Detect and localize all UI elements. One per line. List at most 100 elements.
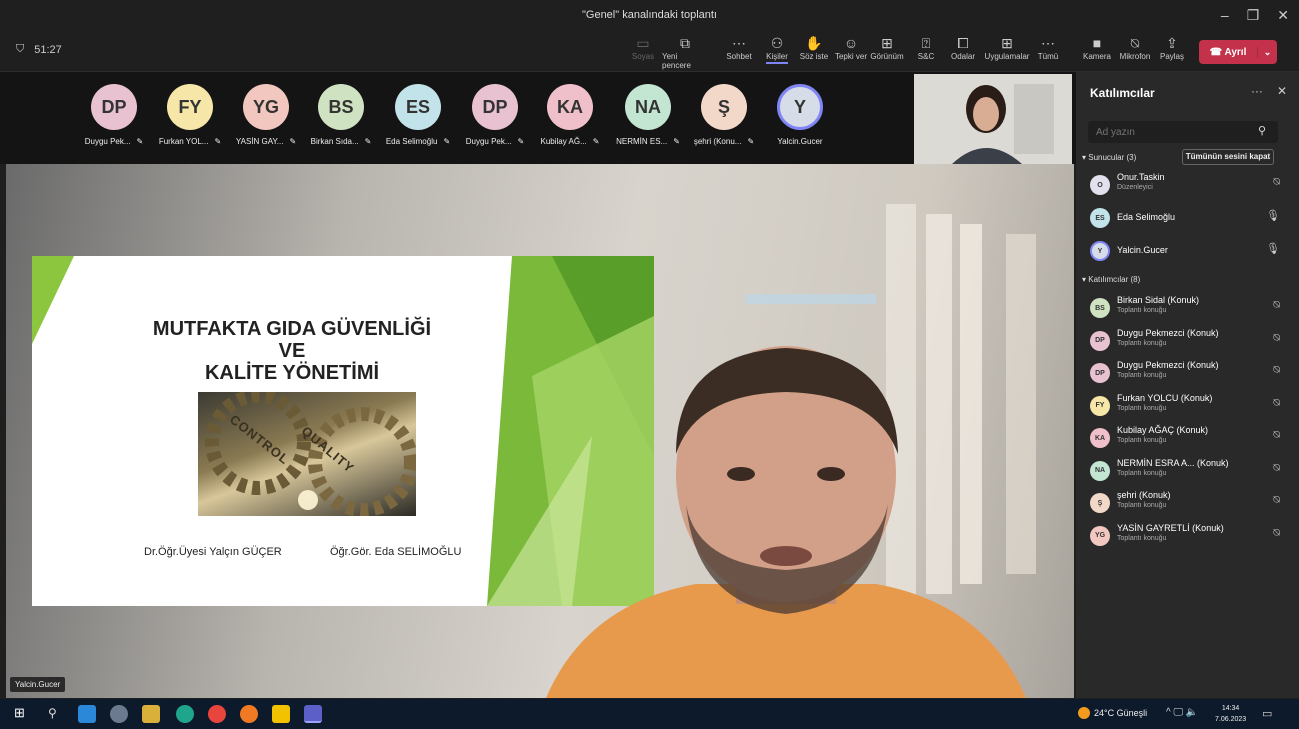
mic-off-icon: ✎ [747,137,755,146]
people-icon: ⚇ [770,35,784,51]
close-panel-icon[interactable]: ✕ [1277,84,1287,98]
mic-off-icon[interactable]: ⍉ [1273,527,1280,540]
popout-icon: ⧉ [680,35,690,51]
participant-search-input[interactable] [1088,121,1278,143]
mic-off-icon[interactable]: ⍉ [1273,429,1280,442]
participant-row[interactable]: KA Kubilay AĞAÇ (Konuk) Toplantı konuğu ⍉ [1088,423,1284,453]
close-icon[interactable]: ✕ [1277,7,1289,24]
gear-shapes [205,392,416,516]
strip-avatar-tile[interactable]: Y Yalcin.Gucer [760,84,840,146]
mic-off-icon[interactable]: ⍉ [1273,397,1280,410]
mic-off-icon: ✎ [364,137,372,146]
participant-row[interactable]: YG YASİN GAYRETLİ (Konuk) Toplantı konuğu ⍉ [1088,521,1284,551]
strip-avatar-tile[interactable]: Şşehri (Konu... ✎ [684,84,764,146]
avatar: Ş [701,84,747,130]
hand-icon: ✋ [805,35,823,51]
participant-row[interactable]: DP Duygu Pekmezci (Konuk) Toplantı konuğu ⍉ [1088,358,1284,388]
apps-button[interactable]: ⊞ Uygulamalar [984,34,1030,61]
participant-row[interactable]: O Onur.Taskin Düzenleyici ⍉ [1088,170,1284,200]
notification-icon[interactable]: ▭ [1262,707,1272,720]
apps-icon: ⊞ [1001,35,1013,51]
minimize-icon[interactable]: – [1221,7,1229,23]
sticky-notes-icon[interactable] [272,705,290,723]
avatar: NA [1090,460,1110,481]
participant-role: Düzenleyici [1117,184,1153,191]
mic-icon[interactable]: ⍉ [1273,176,1280,189]
mic-icon[interactable]: 🎙 [1266,242,1280,255]
more-options-icon[interactable]: ··· [1251,84,1263,98]
participant-row[interactable]: BS Birkan Sidal (Konuk) Toplantı konuğu ⍉ [1088,293,1284,323]
mic-icon[interactable]: 🎙 [1266,209,1280,222]
participant-role: Toplantı konuğu [1117,307,1167,314]
chevron-down-icon[interactable]: ⌄ [1257,46,1277,58]
toolbar-share-tray-button[interactable]: ▭ Soyas [620,34,666,61]
smiley-icon: ☺ [843,35,859,51]
participant-name: NERMİN ESRA A... (Konuk) [1117,457,1229,468]
leave-button[interactable]: ☎ Ayrıl ⌄ [1199,40,1277,64]
strip-avatar-tile[interactable]: NA NERMİN ES... ✎ [608,84,688,146]
strip-avatar-tile[interactable]: DP Duygu Pek... ✎ [74,84,154,146]
avatar-name-text: Birkan Sıda... [310,137,359,146]
strip-avatar-tile[interactable]: ES Eda Selimoğlu ✎ [378,84,458,146]
taskbar-clock[interactable]: 14:34 7.06.2023 [1215,703,1246,725]
edge-icon[interactable] [176,705,194,723]
participant-name: Furkan YOLCU (Konuk) [1117,392,1213,403]
mic-off-icon[interactable]: ⍉ [1273,364,1280,377]
participant-row[interactable]: ES Eda Selimoğlu 🎙 [1088,203,1284,233]
strip-avatar-tile[interactable]: DP Duygu Pek... ✎ [455,84,535,146]
attendees-section-header[interactable]: ▾ Katılımcılar (8) [1082,275,1140,284]
strip-avatar-tile[interactable]: BS Birkan Sıda... ✎ [301,84,381,146]
participant-row[interactable]: Şşehri (Konuk) Toplantı konuğu ⍉ [1088,488,1284,518]
more-button[interactable]: ⋯ Tümü [1025,34,1071,61]
chrome-icon[interactable] [208,705,226,723]
participant-role: Toplantı konuğu [1117,372,1167,379]
mic-off-icon: ✎ [673,137,680,146]
title-bar: "Genel" kanalındaki toplantı – ❐ ✕ [0,0,1299,30]
avatar: YG [1090,525,1110,546]
share-button[interactable]: ⇪ Paylaş [1149,34,1195,61]
weather-widget[interactable]: 24°C Güneşli [1078,707,1147,719]
participant-row[interactable]: FY Furkan YOLCU (Konuk) Toplantı konuğu ⍉ [1088,391,1284,421]
weather-text: 24°C Güneşli [1094,708,1148,718]
participant-video-tile[interactable] [914,74,1072,164]
mic-off-icon[interactable]: ⍉ [1273,332,1280,345]
strip-avatar-tile[interactable]: YG YASİN GAY... ✎ [226,84,306,146]
panel-title: Katılımcılar [1090,86,1155,100]
avatar: DP [91,84,137,130]
windows-start-icon[interactable]: ⊞ [14,705,25,721]
file-explorer-icon[interactable] [142,705,160,723]
chat-icon: ⋯ [732,35,746,51]
mic-off-icon: ✎ [289,137,297,146]
windows-taskbar: ⊞ ⚲ 24°C Güneşli ^ 🖵 🔈 14:34 7.06.2023 ▭ [0,699,1299,729]
participant-role: Toplantı konuğu [1117,339,1167,347]
strip-avatar-tile[interactable]: KA Kubilay AĞ... ✎ [530,84,610,146]
mute-all-button[interactable]: Tümünün sesini kapat [1182,149,1274,165]
settings-app-icon[interactable] [110,705,128,723]
teams-icon[interactable] [304,705,322,723]
rooms-button[interactable]: ⧠ Odalar [940,34,986,61]
firefox-icon[interactable] [240,705,258,723]
new-window-button[interactable]: ⧉ Yeni pencere [662,34,708,70]
mic-off-icon[interactable]: ⍉ [1273,494,1280,507]
participant-row[interactable]: DP Duygu Pekmezci (Konuk) Toplantı konuğu ⍉ [1088,326,1284,356]
mic-off-icon[interactable]: ⍉ [1273,462,1280,475]
avatar-name-text: Yalcin.Gucer [777,137,823,146]
mic-off-icon: ✎ [517,137,525,146]
search-icon[interactable]: ⚲ [48,706,57,720]
mic-off-icon[interactable]: ⍉ [1273,299,1280,312]
restore-icon[interactable]: ❐ [1247,7,1260,24]
avatar: Ş [1090,493,1110,513]
presenters-section-header[interactable]: ▾ Sunucular (3) [1082,153,1136,162]
avatar-name: YASİN GAY... ✎ [226,137,306,146]
participant-video-image [914,74,1072,164]
strip-avatar-tile[interactable]: FY Furkan YOL... ✎ [150,84,230,146]
system-tray-icons[interactable]: ^ 🖵 🔈 [1166,707,1198,718]
camera-icon: ■ [1092,35,1102,51]
participant-row[interactable]: NA NERMİN ESRA A... (Konuk) Toplantı konuğ… [1088,456,1284,486]
avatar-name-text: şehri (Konu... [693,137,742,146]
participant-name: Onur.Taskin [1117,172,1165,182]
participant-row[interactable]: Y Yalcin.Gucer 🎙 [1088,236,1284,266]
mail-icon[interactable] [78,705,96,723]
gears-image: CONTROL QUALITY [198,392,416,516]
grid-icon: ⊞ [881,35,893,51]
